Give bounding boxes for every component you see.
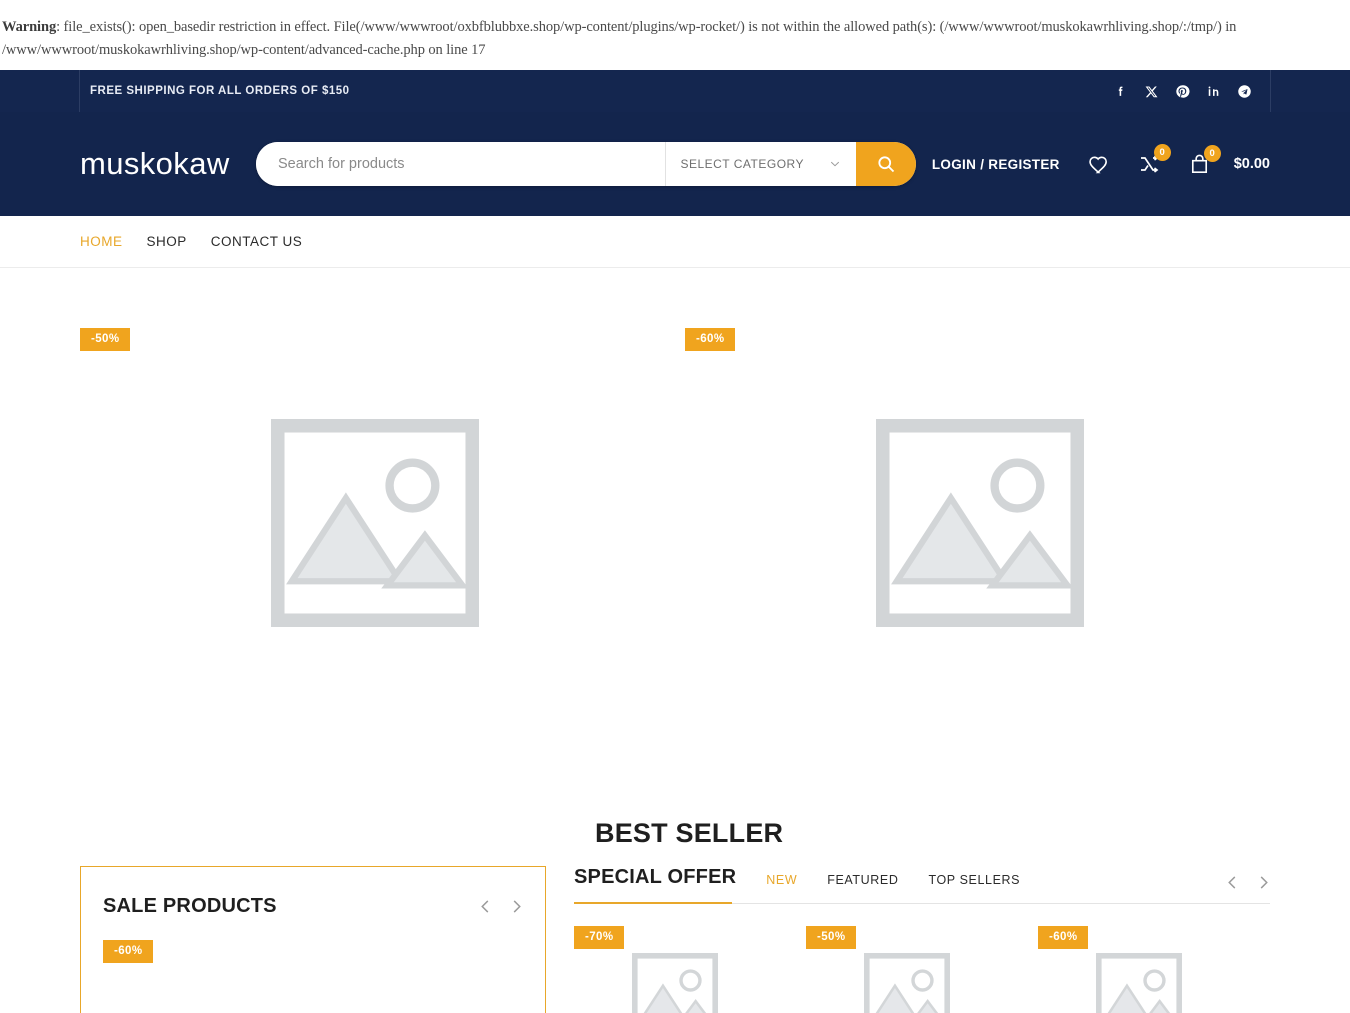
cart-count-badge: 0 [1204,145,1221,162]
sale-badge: -70% [574,926,624,949]
wishlist-button[interactable] [1087,153,1110,176]
chevron-right-icon[interactable] [1257,876,1270,889]
compare-button[interactable]: 0 [1137,152,1161,176]
main-navigation: HOME SHOP CONTACT US [0,216,1350,268]
special-offer-title: SPECIAL OFFER [574,866,736,889]
sale-badge: -50% [80,328,130,351]
tab-top-sellers[interactable]: TOP SELLERS [928,873,1020,889]
php-warning-message: Warning: file_exists(): open_basedir res… [0,0,1350,70]
sale-products-title: SALE PRODUCTS [103,895,277,918]
chevron-left-icon[interactable] [1226,876,1239,889]
heart-icon [1087,153,1110,176]
chevron-right-icon[interactable] [510,900,523,913]
placeholder-image-icon [1096,953,1182,1013]
topbar-left-divider [0,70,80,112]
cart-total[interactable]: $0.00 [1234,156,1270,172]
special-offer-items: -70% -50% [574,926,1270,1013]
offer-product-item[interactable]: -70% [574,926,806,1013]
product-image[interactable] [80,419,670,627]
sale-product-item[interactable]: -60% [103,940,523,963]
category-select[interactable]: SELECT CATEGORY [665,142,856,186]
placeholder-image-icon [271,419,479,627]
header-actions: LOGIN / REGISTER 0 0 $0.00 [932,152,1270,176]
special-offer-panel: SPECIAL OFFER NEW FEATURED TOP SELLERS -… [574,866,1270,1013]
x-twitter-icon[interactable] [1144,84,1159,99]
top-bar: FREE SHIPPING FOR ALL ORDERS OF $150 [0,70,1350,112]
search-button[interactable] [856,142,916,186]
sale-badge: -60% [685,328,735,351]
tab-new[interactable]: NEW [766,873,797,889]
login-register-link[interactable]: LOGIN / REGISTER [932,157,1060,172]
placeholder-image-icon [876,419,1084,627]
compare-count-badge: 0 [1154,144,1171,161]
placeholder-image-icon [632,953,718,1013]
telegram-icon[interactable] [1237,84,1252,99]
site-header: muskokaw SELECT CATEGORY LOGIN / REGISTE… [0,112,1350,216]
search-input[interactable] [256,142,665,186]
product-image[interactable] [685,419,1275,627]
pinterest-icon[interactable] [1175,84,1190,99]
social-links [1113,70,1270,112]
cart-button[interactable]: 0 [1188,153,1211,176]
warning-label: Warning [2,19,56,35]
placeholder-image-icon [864,953,950,1013]
offer-product-item[interactable]: -50% [806,926,1038,1013]
special-offer-header: SPECIAL OFFER NEW FEATURED TOP SELLERS [574,866,1270,904]
sale-products-panel: SALE PRODUCTS -60% [80,866,546,1013]
topbar-right-divider [1270,70,1350,112]
product-search-bar: SELECT CATEGORY [256,142,916,186]
sale-products-carousel-controls [479,900,523,913]
lower-section: BEST SELLER SALE PRODUCTS -60% SPECIAL O… [0,808,1350,1013]
tab-featured[interactable]: FEATURED [827,873,898,889]
nav-item-shop[interactable]: SHOP [147,234,187,249]
product-card[interactable]: -50% [80,328,670,627]
sale-products-header: SALE PRODUCTS [103,895,523,918]
search-icon [876,154,896,174]
sale-badge: -60% [103,940,153,963]
nav-item-home[interactable]: HOME [80,234,123,249]
chevron-left-icon[interactable] [479,900,492,913]
special-offer-active-underline [574,902,732,904]
sale-badge: -50% [806,926,856,949]
chevron-down-icon [830,161,840,167]
site-logo[interactable]: muskokaw [80,146,252,182]
sale-badge: -60% [1038,926,1088,949]
nav-item-contact-us[interactable]: CONTACT US [211,234,303,249]
special-offer-carousel-controls [1226,876,1270,889]
product-showcase: -50% -60% [0,268,1350,808]
best-seller-heading: BEST SELLER [595,818,783,849]
product-card[interactable]: -60% [685,328,1275,627]
facebook-icon[interactable] [1113,84,1128,99]
free-shipping-message: FREE SHIPPING FOR ALL ORDERS OF $150 [80,70,1113,112]
category-select-label: SELECT CATEGORY [680,157,804,171]
offer-product-item[interactable]: -60% [1038,926,1270,1013]
warning-text: : file_exists(): open_basedir restrictio… [2,19,1236,58]
linkedin-icon[interactable] [1206,84,1221,99]
